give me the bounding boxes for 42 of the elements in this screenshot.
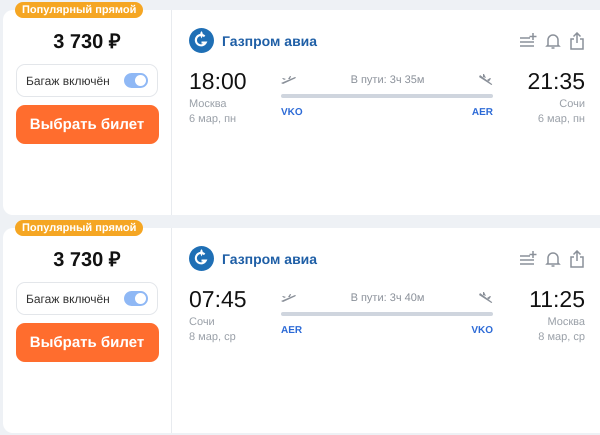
departure-airport-code: VKO — [281, 107, 303, 118]
arrival-time: 21:35 — [527, 68, 585, 95]
flight-duration: В пути: 3ч 40м — [350, 292, 424, 304]
arrival-time: 11:25 — [529, 286, 585, 313]
arrival-date: 6 мар, пн — [538, 113, 585, 125]
takeoff-icon — [281, 75, 296, 85]
baggage-toggle-field[interactable]: Багаж включён — [16, 64, 158, 97]
landing-icon — [478, 74, 493, 86]
airline-logo-icon — [189, 28, 214, 53]
price: 3 730 ₽ — [53, 30, 121, 54]
list-add-icon[interactable] — [519, 250, 537, 268]
arrival-city: Москва — [547, 316, 585, 328]
airline-logo-icon — [189, 246, 214, 271]
departure-time: 18:00 — [189, 68, 247, 95]
share-icon[interactable] — [569, 32, 585, 50]
popular-badge: Популярный прямой — [15, 2, 144, 18]
list-add-icon[interactable] — [519, 32, 537, 50]
baggage-toggle-field[interactable]: Багаж включён — [16, 282, 158, 315]
bell-icon[interactable] — [545, 32, 561, 50]
departure-time: 07:45 — [189, 286, 247, 313]
share-icon[interactable] — [569, 250, 585, 268]
arrival-airport-code: VKO — [471, 325, 493, 336]
baggage-label: Багаж включён — [26, 292, 110, 306]
flight-duration: В пути: 3ч 35м — [350, 74, 424, 86]
airline-name: Газпром авиа — [222, 250, 318, 266]
takeoff-icon — [281, 293, 296, 303]
arrival-city: Сочи — [559, 98, 585, 110]
departure-date: 8 мар, ср — [189, 331, 236, 343]
bell-icon[interactable] — [545, 250, 561, 268]
arrival-date: 8 мар, ср — [538, 331, 585, 343]
departure-airport-code: AER — [281, 325, 302, 336]
price: 3 730 ₽ — [53, 248, 121, 272]
departure-city: Москва — [189, 98, 227, 110]
airline-name: Газпром авиа — [222, 32, 318, 48]
baggage-label: Багаж включён — [26, 74, 110, 88]
popular-badge: Популярный прямой — [15, 220, 144, 236]
toggle-switch[interactable] — [124, 291, 148, 306]
toggle-switch[interactable] — [124, 73, 148, 88]
departure-city: Сочи — [189, 316, 215, 328]
landing-icon — [478, 292, 493, 304]
departure-date: 6 мар, пн — [189, 113, 236, 125]
arrival-airport-code: AER — [472, 107, 493, 118]
